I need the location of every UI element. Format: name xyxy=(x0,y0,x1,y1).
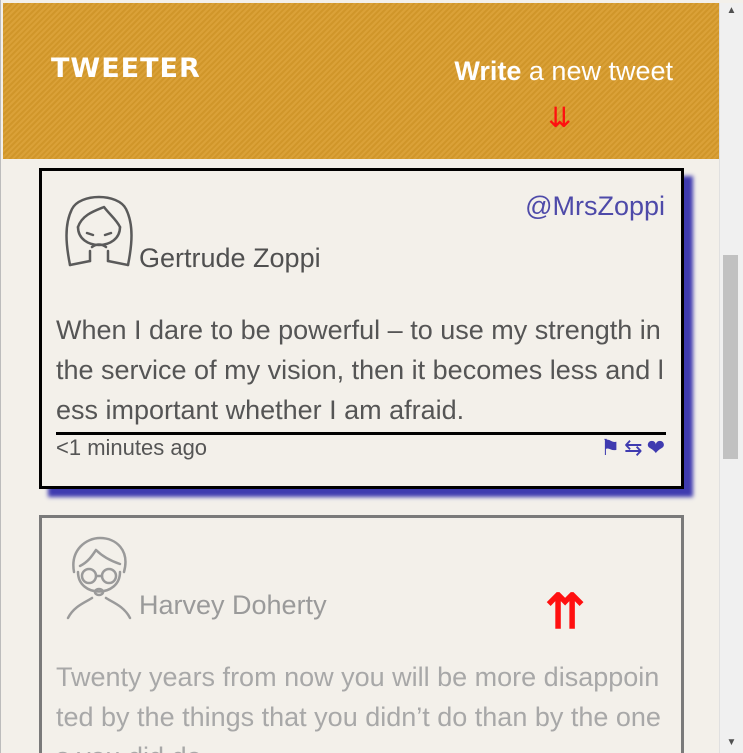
page-header: TWEETER Write a new tweet ⇊ xyxy=(3,3,719,159)
tweet-timestamp: <1 minutes ago xyxy=(56,435,208,460)
tweet-card: Harvey Doherty ⇈ Twenty years from now y… xyxy=(39,515,684,753)
scrollbar-thumb[interactable] xyxy=(723,255,738,459)
scroll-up-arrow-icon[interactable]: ▲ xyxy=(720,3,743,19)
write-label-bold: Write xyxy=(454,56,522,86)
retweet-icon[interactable]: ⇆ xyxy=(624,437,642,459)
app-window: TWEETER Write a new tweet ⇊ Gertrude Zop… xyxy=(0,0,743,753)
tweet-author-name: Harvey Doherty xyxy=(139,590,327,620)
heart-icon[interactable]: ❤ xyxy=(647,437,665,459)
tweet-card: Gertrude Zoppi @MrsZoppi When I dare to … xyxy=(39,168,684,489)
tweet-author-name: Gertrude Zoppi xyxy=(139,243,321,273)
write-tweet-link[interactable]: Write a new tweet xyxy=(454,56,673,87)
vertical-scrollbar[interactable]: ▲ ▼ xyxy=(719,3,743,753)
flag-icon[interactable]: ⚑ xyxy=(600,437,620,459)
write-label-rest: a new tweet xyxy=(521,56,673,86)
tweet-author-handle: @MrsZoppi xyxy=(525,191,665,221)
up-arrows-icon[interactable]: ⇈ xyxy=(545,583,585,643)
down-arrows-icon[interactable]: ⇊ xyxy=(548,103,571,133)
tweet-actions: ⚑ ⇆ ❤ xyxy=(600,437,665,459)
avatar-woman-icon xyxy=(60,185,138,275)
tweet-text: Twenty years from now you will be more d… xyxy=(56,662,661,753)
app-logo: TWEETER xyxy=(51,53,201,84)
scroll-down-arrow-icon[interactable]: ▼ xyxy=(720,735,743,751)
tweet-text: When I dare to be powerful – to use my s… xyxy=(56,310,666,435)
avatar-man-glasses-icon xyxy=(60,532,138,622)
